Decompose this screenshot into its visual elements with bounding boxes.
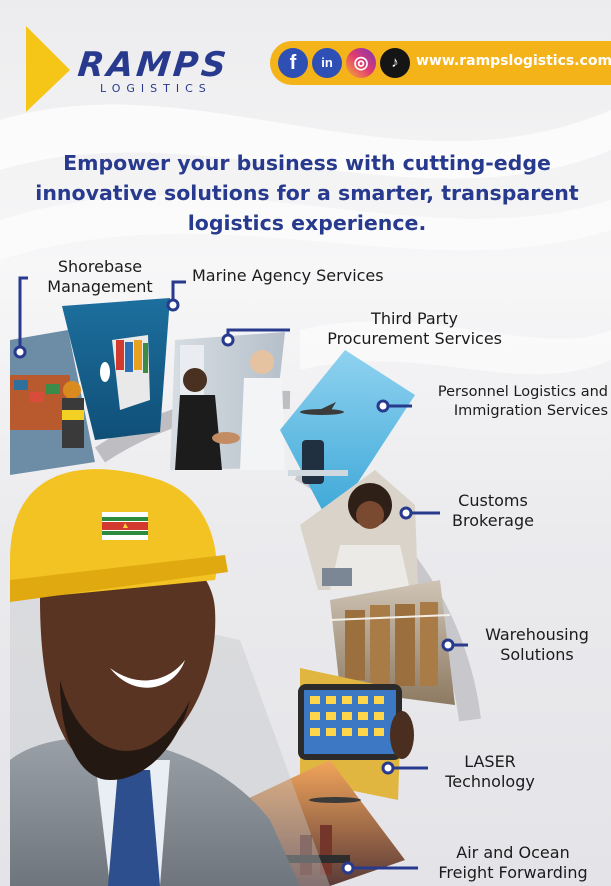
service-label-shorebase: Shorebase Management — [47, 257, 153, 296]
flyer: RAMPS LOGISTICS f in ◎ ♪ www.rampslogist… — [0, 0, 611, 886]
service-label-warehousing: Warehousing Solutions — [485, 625, 589, 664]
procurement-photo — [170, 332, 285, 470]
service-label-marine-agency: Marine Agency Services — [192, 266, 384, 285]
service-label-personnel: Personnel Logistics and Immigration Serv… — [437, 384, 608, 419]
service-label-laser: LASER Technology — [445, 752, 535, 791]
worker-illustration — [10, 469, 330, 886]
service-label-procurement: Third Party Procurement Services — [327, 309, 502, 348]
service-label-customs: Customs Brokerage — [452, 491, 534, 530]
service-label-freight: Air and Ocean Freight Forwarding — [438, 843, 588, 882]
